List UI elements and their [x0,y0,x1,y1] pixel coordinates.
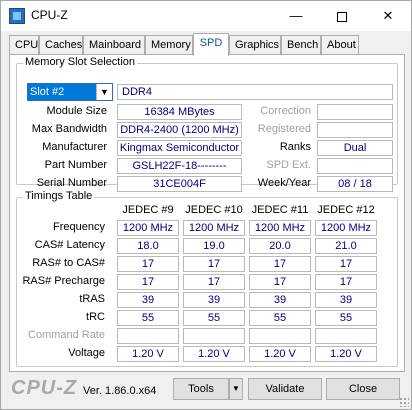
ranks-label: Ranks [279,141,311,153]
correction-label: Correction [260,105,311,117]
timing-column-header: JEDEC #10 [185,204,243,216]
tab-graphics[interactable]: Graphics [229,35,281,55]
memory-slot-group: Memory Slot Selection Slot #2 ▼ DDR4 Mod… [16,56,398,192]
timing-cell: 21.0 [315,238,377,254]
timing-row-label: tRC [86,311,105,323]
spd-ext-value [317,158,393,174]
window-title: CPU-Z [31,8,68,22]
timing-cell: 17 [315,256,377,272]
tools-dropdown-button[interactable]: ▼ [229,378,243,400]
timing-row-label: CAS# Latency [34,239,105,251]
timing-cell: 39 [249,292,311,308]
memory-type-field: DDR4 [117,84,393,100]
timing-cell: 17 [249,274,311,290]
timing-cell: 17 [183,274,245,290]
tab-bar: CPU Caches Mainboard Memory SPD Graphics Bench… [9,33,405,56]
registered-value [317,122,393,138]
tab-caches[interactable]: Caches [39,35,83,55]
timing-cell: 17 [183,256,245,272]
timing-row-label: RAS# to CAS# [32,257,105,269]
manufacturer-value: Kingmax Semiconductor [117,140,242,156]
timing-column-header: JEDEC #12 [317,204,375,216]
timing-cell: 17 [117,256,179,272]
module-size-value: 16384 MBytes [117,104,242,120]
version-text: Ver. 1.86.0.x64 [83,385,157,397]
timing-cell: 1.20 V [249,346,311,362]
validate-button[interactable]: Validate [248,378,322,400]
timing-cell: 17 [249,256,311,272]
timing-cell: 19.0 [183,238,245,254]
timing-column-header: JEDEC #11 [251,204,309,216]
timing-cell: 1200 MHz [249,220,311,236]
timing-cell: 39 [315,292,377,308]
timing-row-label: RAS# Precharge [22,275,105,287]
ranks-value: Dual [317,140,393,156]
week-year-value: 08 / 18 [317,176,393,192]
resize-grip-icon[interactable] [399,397,409,407]
timing-cell [117,328,179,344]
tab-about[interactable]: About [321,35,359,55]
close-button[interactable]: Close [326,378,400,400]
timing-cell [249,328,311,344]
maximize-icon [337,11,347,22]
timing-cell: 18.0 [117,238,179,254]
timing-row-label: Command Rate [27,329,105,341]
footer-bar: CPU-Z Ver. 1.86.0.x64 Tools ▼ Validate C… [1,373,411,409]
timing-column-header: JEDEC #9 [122,204,174,216]
timing-cell: 1200 MHz [183,220,245,236]
spd-ext-label: SPD Ext. [266,159,311,171]
memory-slot-group-label: Memory Slot Selection [23,56,138,68]
correction-value [317,104,393,120]
timing-cell: 39 [117,292,179,308]
chevron-down-icon[interactable]: ▼ [96,84,112,100]
timing-cell: 17 [117,274,179,290]
timing-cell [183,328,245,344]
week-year-label: Week/Year [257,177,311,189]
minimize-button[interactable]: — [273,1,319,31]
timing-cell: 1.20 V [117,346,179,362]
timing-cell: 55 [249,310,311,326]
spd-panel: Memory Slot Selection Slot #2 ▼ DDR4 Mod… [9,54,405,372]
timing-cell: 55 [183,310,245,326]
part-number-value: GSLH22F-18-------- [117,158,242,174]
timings-group-label: Timings Table [23,190,95,202]
timing-row-label: Frequency [53,221,105,233]
cpuz-app-icon [9,8,25,24]
timings-group: Timings Table JEDEC #9 JEDEC #10 JEDEC #11… [16,190,398,367]
serial-number-value: 31CE004F [117,176,242,192]
timing-cell: 1200 MHz [315,220,377,236]
slot-select-value: Slot #2 [28,84,96,100]
timing-cell: 17 [315,274,377,290]
slot-select[interactable]: Slot #2 ▼ [27,83,113,101]
timing-cell: 20.0 [249,238,311,254]
registered-label: Registered [257,123,311,135]
part-number-label: Part Number [44,159,107,171]
timing-cell: 55 [315,310,377,326]
timing-cell: 55 [117,310,179,326]
timing-cell [315,328,377,344]
maximize-button[interactable] [319,1,365,31]
close-window-button[interactable]: ✕ [365,1,411,31]
tab-mainboard[interactable]: Mainboard [83,35,145,55]
timing-cell: 1.20 V [183,346,245,362]
timing-cell: 1200 MHz [117,220,179,236]
cpuz-window: CPU-Z — ✕ CPU Caches Mainboard Memory SPD Gra… [0,0,412,410]
title-bar[interactable]: CPU-Z — ✕ [1,1,411,31]
timing-cell: 39 [183,292,245,308]
serial-number-label: Serial Number [36,177,107,189]
tab-bench[interactable]: Bench [281,35,321,55]
chevron-down-icon: ▼ [232,384,240,393]
tab-cpu[interactable]: CPU [9,35,39,55]
max-bandwidth-value: DDR4-2400 (1200 MHz) [117,122,242,138]
timing-row-label: Voltage [68,347,105,359]
cpuz-logo: CPU-Z [11,377,78,399]
timing-cell: 1.20 V [315,346,377,362]
max-bandwidth-label: Max Bandwidth [31,123,107,135]
timing-row-label: tRAS [79,293,105,305]
manufacturer-label: Manufacturer [42,141,107,153]
tab-spd[interactable]: SPD [193,33,229,56]
module-size-label: Module Size [46,105,107,117]
tools-button[interactable]: Tools [173,378,229,400]
tab-memory[interactable]: Memory [145,35,193,55]
